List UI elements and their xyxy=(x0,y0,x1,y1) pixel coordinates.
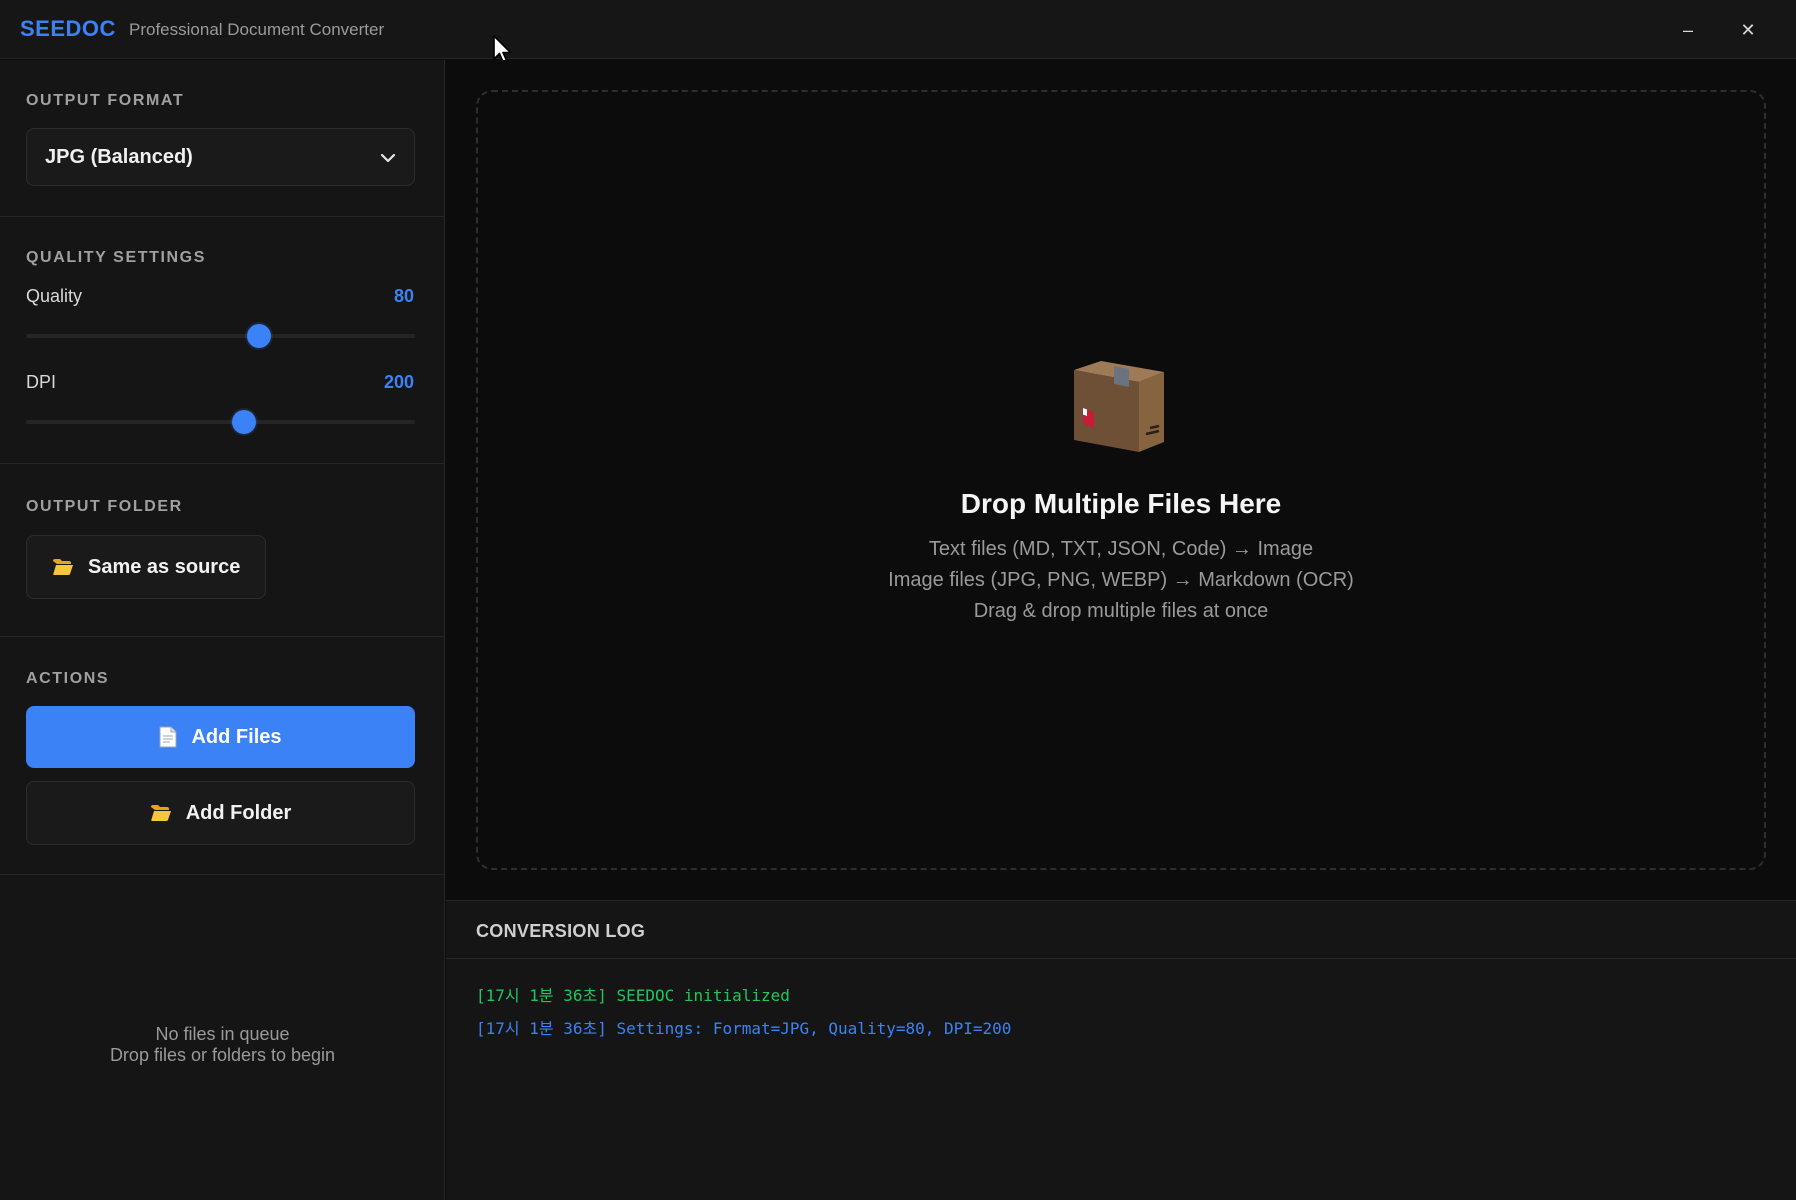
dpi-slider[interactable] xyxy=(26,410,415,434)
sidebar: OUTPUT FORMAT JPG (Balanced) QUALITY SET… xyxy=(0,60,445,1200)
actions-title: ACTIONS xyxy=(26,670,110,687)
output-format-title: OUTPUT FORMAT xyxy=(26,92,185,109)
open-folder-icon xyxy=(150,805,171,821)
quality-settings-section: QUALITY SETTINGS Quality 80 DPI 200 xyxy=(0,217,445,464)
package-icon xyxy=(1074,361,1164,452)
quality-slider[interactable] xyxy=(26,324,415,348)
drop-hint-multiple: Drag & drop multiple files at once xyxy=(973,600,1269,622)
quality-label: Quality xyxy=(26,286,83,306)
queue-empty-state: No files in queue Drop files or folders … xyxy=(0,1024,445,1066)
conversion-log: CONVERSION LOG [17시 1분 36초] SEEDOC initi… xyxy=(446,900,1796,1200)
actions-divider xyxy=(0,874,445,875)
open-folder-icon xyxy=(53,559,73,575)
quality-settings-title: QUALITY SETTINGS xyxy=(26,249,206,266)
minimize-button[interactable]: – xyxy=(1672,14,1704,46)
main-area: Drop Multiple Files Here Text files (MD,… xyxy=(446,60,1796,900)
quality-value: 80 xyxy=(393,286,414,306)
output-format-value: JPG (Balanced) xyxy=(45,146,193,168)
log-title: CONVERSION LOG xyxy=(476,921,646,941)
output-folder-section: OUTPUT FOLDER Same as source xyxy=(0,464,445,637)
dpi-value: 200 xyxy=(383,372,414,392)
add-files-button[interactable]: Add Files xyxy=(26,706,415,768)
queue-empty-line1: No files in queue xyxy=(155,1024,290,1044)
output-folder-label: Same as source xyxy=(88,555,241,578)
dpi-slider-thumb[interactable] xyxy=(231,410,256,434)
app-subtitle: Professional Document Converter xyxy=(129,20,385,39)
dpi-label: DPI xyxy=(26,372,57,392)
log-entry: [17시 1분 36초] SEEDOC initialized xyxy=(476,986,790,1005)
log-entry: [17시 1분 36초] Settings: Format=JPG, Quali… xyxy=(476,1019,1012,1038)
drop-hint-image: Image files (JPG, PNG, WEBP) → Markdown … xyxy=(888,569,1354,591)
title-bar: SEEDOC Professional Document Converter –… xyxy=(0,0,1796,59)
output-folder-button[interactable]: Same as source xyxy=(26,535,267,599)
drop-hint-text: Text files (MD, TXT, JSON, Code) → Image xyxy=(928,538,1314,560)
close-button[interactable]: ✕ xyxy=(1732,14,1764,46)
queue-empty-line2: Drop files or folders to begin xyxy=(109,1045,336,1065)
output-folder-title: OUTPUT FOLDER xyxy=(26,498,183,515)
add-folder-label: Add Folder xyxy=(185,801,292,824)
drop-zone[interactable]: Drop Multiple Files Here Text files (MD,… xyxy=(476,90,1766,870)
app-brand: SEEDOC xyxy=(20,16,116,41)
quality-slider-thumb[interactable] xyxy=(247,324,272,348)
output-format-section: OUTPUT FORMAT JPG (Balanced) xyxy=(0,60,445,217)
chevron-down-icon xyxy=(380,153,396,163)
add-files-label: Add Files xyxy=(191,725,282,748)
add-folder-button[interactable]: Add Folder xyxy=(26,781,415,845)
log-header: CONVERSION LOG xyxy=(446,901,1796,959)
drop-title: Drop Multiple Files Here xyxy=(960,488,1282,519)
document-icon xyxy=(159,726,177,748)
output-format-select[interactable]: JPG (Balanced) xyxy=(26,128,415,186)
